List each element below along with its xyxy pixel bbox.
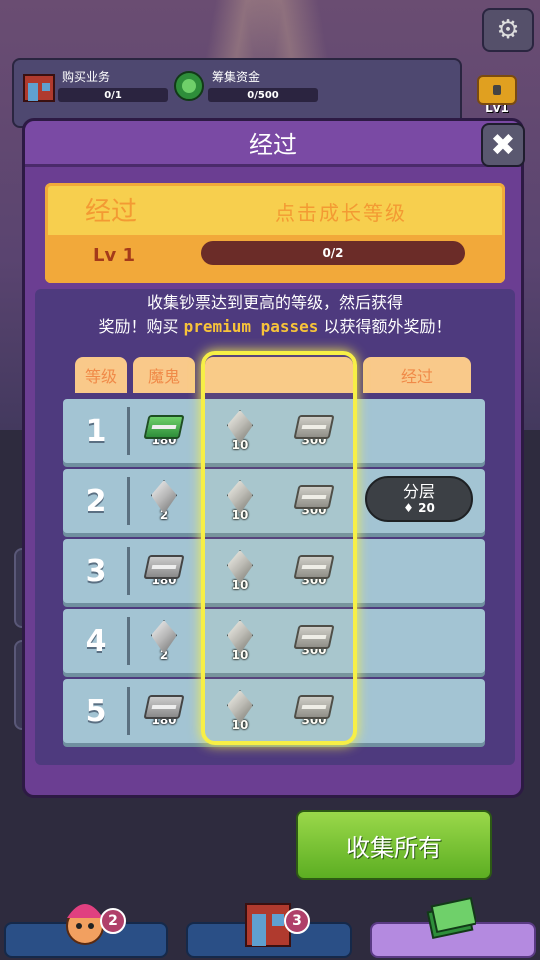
ticket-level-strip: Lv 1 0/2: [45, 235, 505, 283]
pass-modal: 经过 ✖ 经过 点击成长等级 Lv 1 0/2 收集钞票达到更高的等级，然后获得…: [22, 118, 525, 798]
gem-icon: [151, 480, 177, 514]
funds-progress: 0/500: [208, 88, 318, 102]
close-button[interactable]: ✖: [481, 123, 525, 167]
description-line-1: 收集钞票达到更高的等级，然后获得: [146, 293, 403, 312]
gear-icon: ⚙: [496, 15, 520, 45]
column-header-pass: 经过: [363, 357, 471, 393]
shop-icon: [20, 66, 58, 106]
modal-title: 经过: [25, 121, 521, 167]
description-line-2: 奖励！购买 premium passes 以获得额外奖励！: [35, 315, 515, 339]
tier-unlock-button[interactable]: 分层 ♦ 20: [365, 476, 473, 522]
cash-icon: [143, 695, 185, 719]
row-level: 4: [85, 623, 107, 659]
close-icon: ✖: [490, 127, 516, 163]
treasure-chest-icon: [477, 75, 517, 105]
tier-button-label: 分层: [402, 482, 435, 501]
gem-icon: ♦: [403, 501, 414, 515]
row-divider: [127, 687, 130, 735]
row-level: 3: [85, 553, 107, 589]
gem-icon: [151, 620, 177, 654]
row-divider: [127, 547, 130, 595]
funds-objective[interactable]: 筹集资金 0/500: [170, 66, 320, 106]
free-reward: 180: [133, 539, 195, 603]
description-post: 以获得额外奖励！: [323, 317, 452, 336]
ticket-level: Lv 1: [93, 245, 135, 266]
cash-icon: [143, 415, 185, 439]
ticket-title: 经过: [85, 197, 138, 227]
premium-passes-text: premium passes: [183, 317, 319, 336]
premium-column-highlight: [201, 351, 357, 745]
characters-badge: 2: [100, 908, 126, 934]
row-level: 1: [85, 413, 107, 449]
business-objective[interactable]: 购买业务 0/1: [20, 66, 170, 106]
cash-stack-icon: [426, 894, 476, 940]
business-progress: 0/1: [58, 88, 168, 102]
row-divider: [127, 477, 130, 525]
column-header-level: 等级: [75, 357, 127, 393]
collect-all-button[interactable]: 收集所有: [296, 810, 492, 880]
settings-button[interactable]: ⚙: [482, 8, 534, 52]
free-reward: 180: [133, 679, 195, 743]
tier-button-cost: ♦ 20: [403, 501, 435, 515]
free-reward: 180: [133, 399, 195, 463]
tier-cost-value: 20: [418, 501, 435, 515]
row-divider: [127, 407, 130, 455]
chest-level-button[interactable]: Lv1: [472, 70, 522, 120]
row-divider: [127, 617, 130, 665]
description: 收集钞票达到更高的等级，然后获得 奖励！购买 premium passes 以获…: [35, 291, 515, 339]
column-header-free: 魔鬼: [133, 357, 195, 393]
free-reward: 2: [133, 469, 195, 533]
money-stack-icon: [170, 66, 208, 106]
row-level: 2: [85, 483, 107, 519]
ticket-progress-bar: 0/2: [201, 241, 465, 265]
buildings-badge: 3: [284, 908, 310, 934]
ticket-tap-hint: 点击成长等级: [275, 201, 407, 225]
funds-label: 筹集资金: [212, 70, 261, 84]
business-label: 购买业务: [62, 70, 111, 84]
description-pre: 奖励！购买: [98, 317, 179, 336]
free-reward: 2: [133, 609, 195, 673]
pass-ticket-banner[interactable]: 经过 点击成长等级 Lv 1 0/2: [45, 183, 505, 283]
row-level: 5: [85, 693, 107, 729]
cash-icon: [143, 555, 185, 579]
